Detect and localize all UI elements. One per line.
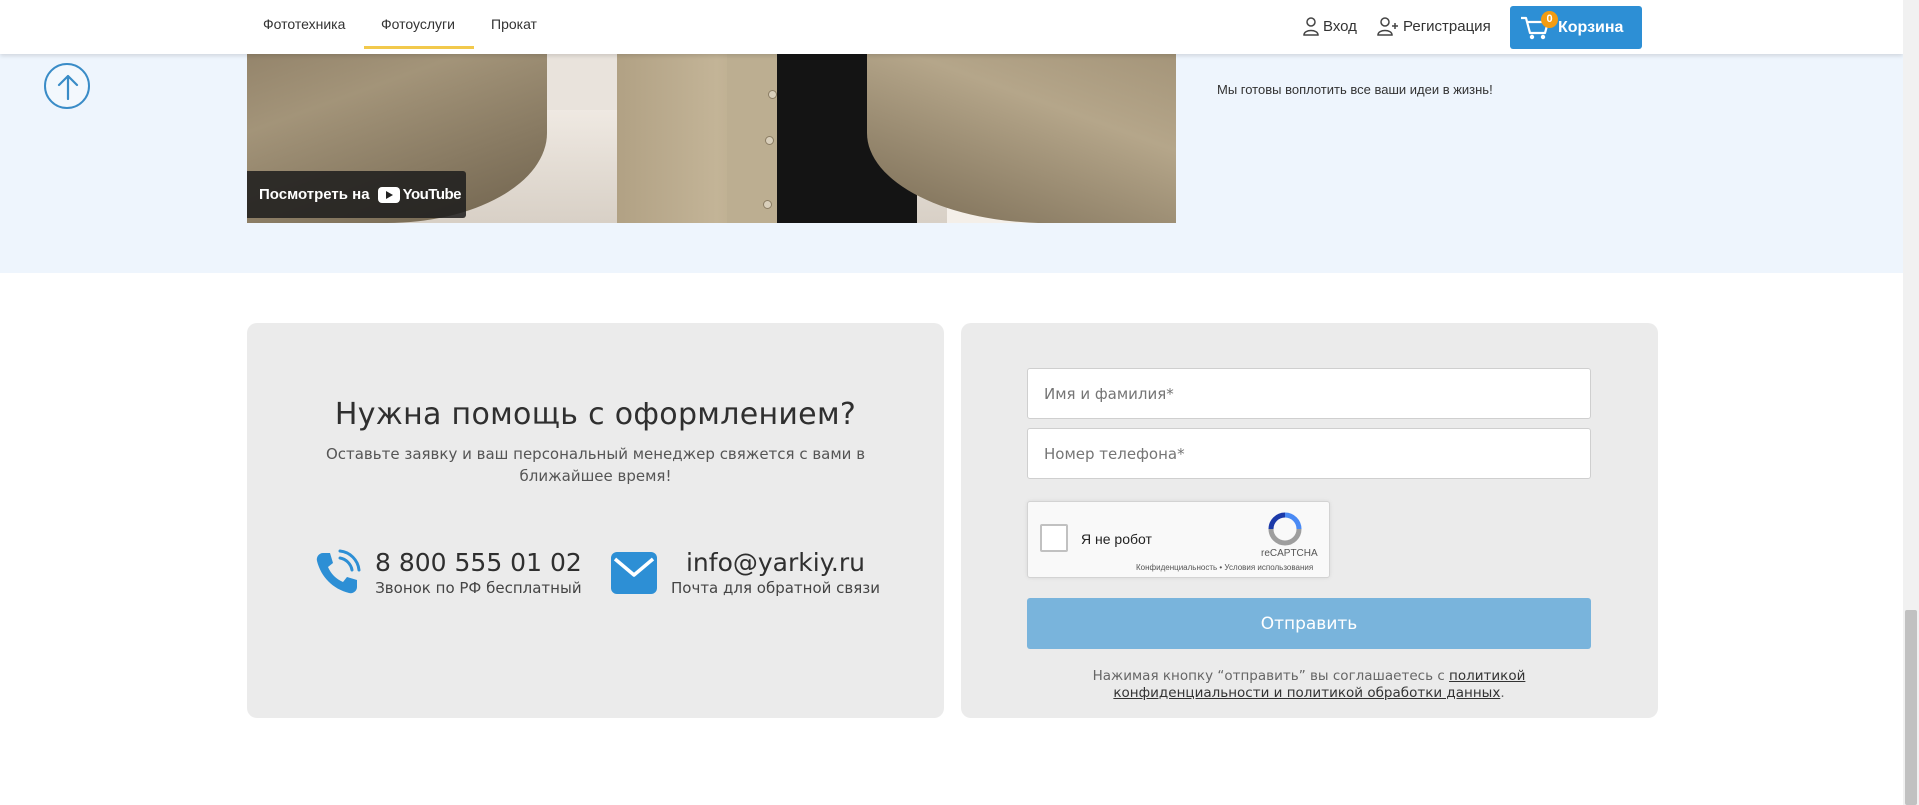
login-link[interactable]: Вход: [1303, 17, 1357, 36]
recaptcha-checkbox[interactable]: [1040, 524, 1068, 552]
cart-label: Корзина: [1558, 18, 1624, 36]
youtube-play-icon: [377, 186, 400, 203]
cart-count-badge: 0: [1541, 11, 1558, 28]
nav-item-rental[interactable]: Прокат: [491, 16, 537, 32]
consent-prefix: Нажимая кнопку “отправить” вы соглашаете…: [1092, 668, 1450, 684]
help-title: Нужна помощь с оформлением?: [334, 397, 857, 432]
watch-on-label: Посмотреть на: [259, 186, 370, 203]
request-form-card: Я не робот reCAPTCHA Конфиденциальность …: [961, 323, 1658, 718]
email-text: info@yarkiy.ru Почта для обратной связи: [671, 548, 880, 597]
recaptcha-label: Я не робот: [1081, 531, 1152, 547]
phone-number[interactable]: 8 800 555 01 02: [375, 548, 582, 577]
user-icon: [1303, 17, 1319, 36]
arrow-up-icon: [57, 74, 79, 100]
coat-button: [765, 136, 774, 145]
help-subtitle: Оставьте заявку и ваш персональный менед…: [325, 445, 866, 485]
recaptcha-brand: reCAPTCHA: [1261, 548, 1318, 559]
email-note: Почта для обратной связи: [671, 579, 880, 597]
register-link[interactable]: Регистрация: [1377, 17, 1491, 36]
recaptcha-widget: Я не робот reCAPTCHA Конфиденциальность …: [1027, 501, 1330, 578]
coat-button: [763, 200, 772, 209]
coat-button: [768, 90, 777, 99]
phone-text: 8 800 555 01 02 Звонок по РФ бесплатный: [375, 548, 582, 597]
email-contact[interactable]: info@yarkiy.ru Почта для обратной связи: [611, 548, 880, 597]
add-user-icon: [1377, 17, 1398, 36]
recaptcha-logo-icon: [1268, 512, 1302, 546]
recaptcha-terms-link[interactable]: Конфиденциальность • Условия использован…: [1136, 563, 1313, 572]
nav-active-indicator: [364, 46, 474, 49]
login-label: Вход: [1323, 18, 1357, 35]
submit-button[interactable]: Отправить: [1027, 598, 1591, 649]
envelope-icon: [611, 551, 657, 594]
phone-note: Звонок по РФ бесплатный: [375, 579, 582, 597]
phone-input[interactable]: [1027, 428, 1591, 479]
consent-text: Нажимая кнопку “отправить” вы соглашаете…: [1027, 668, 1591, 702]
scroll-to-top-button[interactable]: [44, 63, 90, 109]
help-card: Нужна помощь с оформлением? Оставьте зая…: [247, 323, 944, 718]
youtube-brand-text: YouTube: [402, 186, 462, 203]
site-header: Фототехника Фотоуслуги Прокат Вход Регис…: [0, 0, 1903, 54]
watch-on-youtube-button[interactable]: Посмотреть на YouTube: [247, 171, 466, 218]
phone-icon: [316, 549, 361, 593]
name-input[interactable]: [1027, 368, 1591, 419]
page-scrollbar-thumb[interactable]: [1905, 610, 1917, 805]
cart-button[interactable]: 0 Корзина: [1510, 6, 1642, 49]
email-address[interactable]: info@yarkiy.ru: [671, 548, 880, 577]
page: Посмотреть на YouTube Мы готовы воплотит…: [0, 0, 1919, 805]
youtube-logo: YouTube: [377, 186, 462, 203]
video-caption: Мы готовы воплотить все ваши идеи в жизн…: [1217, 82, 1493, 97]
phone-contact[interactable]: 8 800 555 01 02 Звонок по РФ бесплатный: [313, 548, 582, 597]
consent-suffix: .: [1500, 685, 1505, 701]
nav-item-photo-services[interactable]: Фотоуслуги: [381, 16, 455, 32]
register-label: Регистрация: [1403, 18, 1491, 35]
nav-item-photo-equipment[interactable]: Фототехника: [263, 16, 345, 32]
